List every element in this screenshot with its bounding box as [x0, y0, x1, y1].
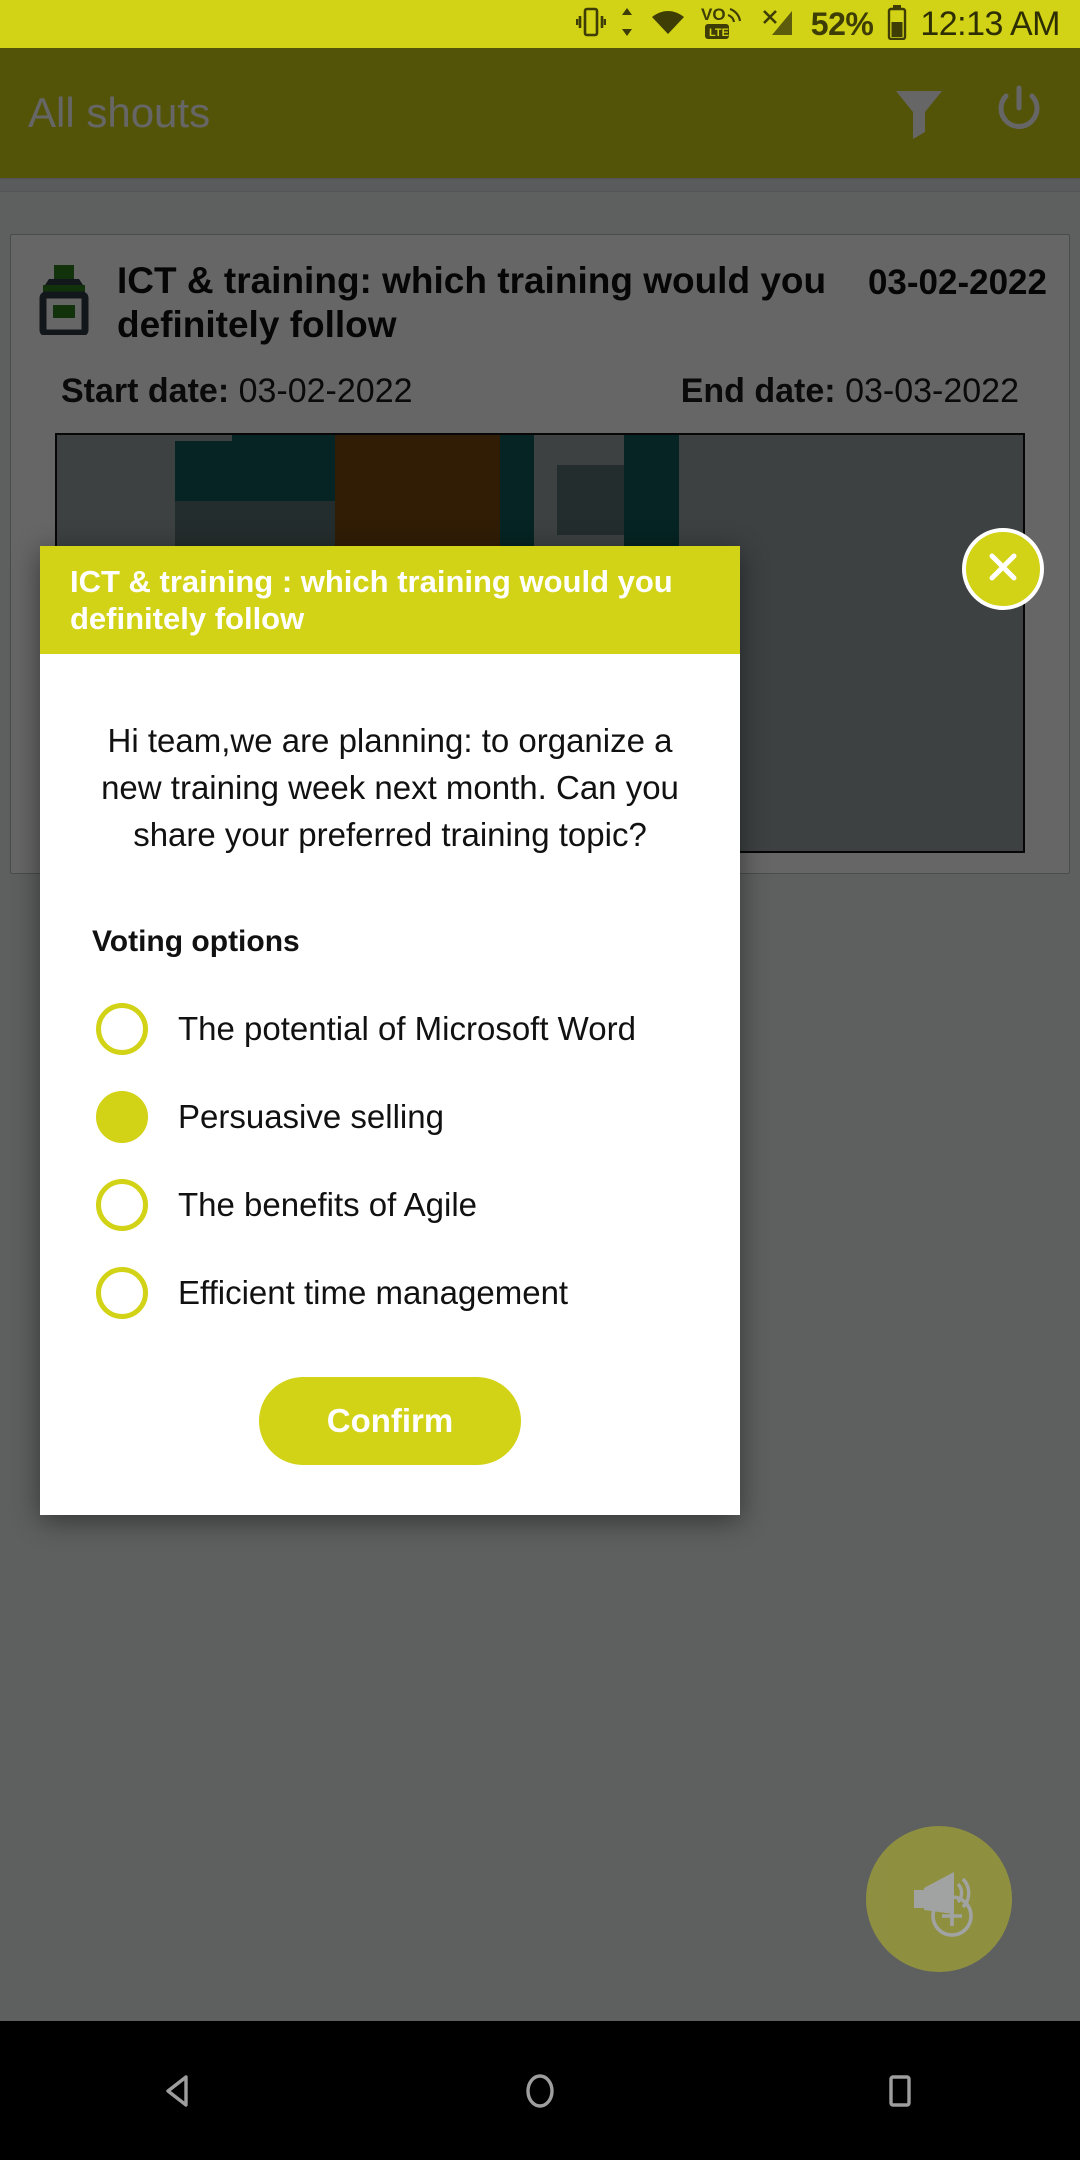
- data-transfer-icon: [619, 5, 635, 44]
- dialog-body: Hi team,we are planning: to organize a n…: [40, 654, 740, 1515]
- voting-dialog: ICT & training : which training would yo…: [40, 546, 740, 1515]
- battery-percent: 52%: [810, 5, 874, 42]
- signal-off-icon: [758, 5, 798, 44]
- voting-option-label: Efficient time management: [178, 1273, 569, 1311]
- voting-option-2[interactable]: Persuasive selling: [88, 1073, 692, 1161]
- voting-option-label: The benefits of Agile: [178, 1185, 478, 1223]
- close-dialog-button[interactable]: [962, 528, 1044, 610]
- radio-icon[interactable]: [96, 1266, 148, 1319]
- voting-option-label: Persuasive selling: [178, 1097, 444, 1135]
- phone-screen: VO LTE 52% 12:13 AM All shouts: [0, 0, 1080, 2160]
- status-bar: VO LTE 52% 12:13 AM: [0, 0, 1080, 48]
- battery-icon: [886, 4, 908, 45]
- voting-options-label: Voting options: [92, 924, 300, 958]
- voting-option-3[interactable]: The benefits of Agile: [88, 1161, 692, 1249]
- radio-icon[interactable]: [96, 1002, 148, 1055]
- status-bar-clock: 12:13 AM: [920, 4, 1060, 43]
- dialog-message: Hi team,we are planning: to organize a n…: [101, 722, 679, 853]
- voting-option-4[interactable]: Efficient time management: [88, 1249, 692, 1337]
- create-shout-fab[interactable]: [866, 1826, 1012, 1972]
- voting-option-label: The potential of Microsoft Word: [178, 1009, 636, 1047]
- svg-text:VO: VO: [701, 5, 726, 24]
- system-nav-bar: [0, 2021, 1080, 2160]
- confirm-button-row: Confirm: [88, 1376, 692, 1465]
- radio-icon-selected[interactable]: [96, 1090, 148, 1143]
- voting-options-list: The potential of Microsoft Word Persuasi…: [88, 985, 692, 1337]
- wifi-icon: [648, 5, 688, 44]
- svg-text:LTE: LTE: [709, 27, 729, 39]
- dialog-title: ICT & training : which training would yo…: [70, 563, 673, 636]
- confirm-button[interactable]: Confirm: [258, 1376, 522, 1465]
- dialog-header: ICT & training : which training would yo…: [40, 546, 740, 654]
- vibrate-icon: [575, 5, 607, 44]
- radio-icon[interactable]: [96, 1178, 148, 1231]
- voting-option-1[interactable]: The potential of Microsoft Word: [88, 985, 692, 1073]
- nav-back-button[interactable]: [105, 2021, 255, 2160]
- volte-icon: VO LTE: [701, 2, 745, 47]
- status-bar-icons: VO LTE 52%: [575, 2, 909, 47]
- close-icon: [980, 544, 1026, 595]
- nav-home-button[interactable]: [465, 2021, 615, 2160]
- nav-recents-button[interactable]: [825, 2021, 975, 2160]
